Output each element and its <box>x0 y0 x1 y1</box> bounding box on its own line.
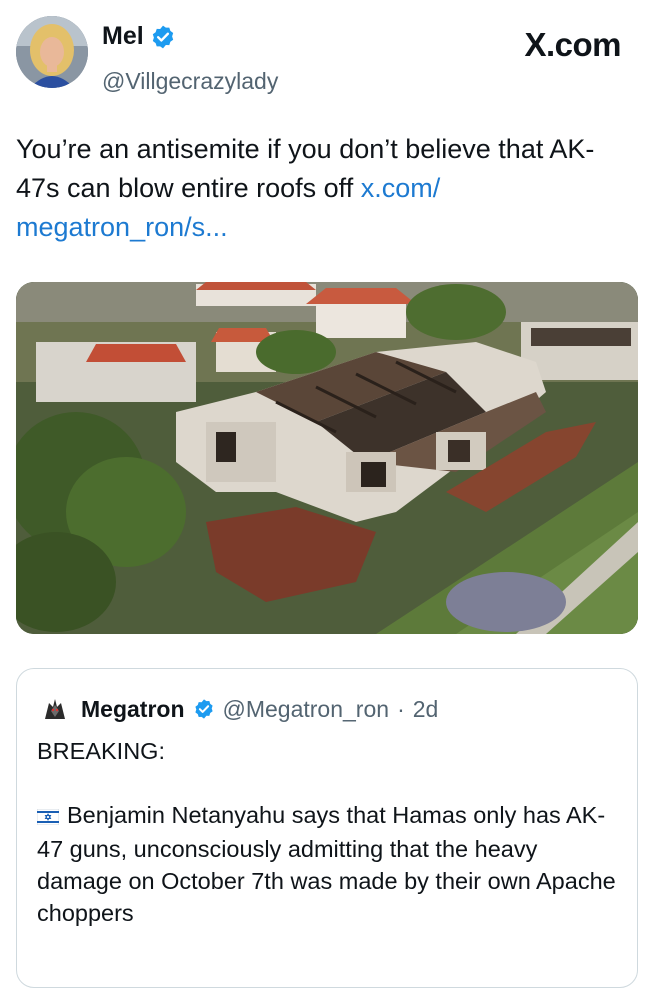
author-avatar[interactable] <box>16 16 88 88</box>
quoted-author-display-name[interactable]: Megatron <box>81 696 185 723</box>
x-com-watermark: X.com <box>524 26 621 63</box>
tweet-link-part2[interactable]: megatron_ron/s... <box>16 212 228 242</box>
verified-badge-icon <box>150 24 176 50</box>
quoted-tweet-text: BREAKING: Benjamin Netanyahu says that H… <box>36 735 617 929</box>
tweet-body: You’re an antisemite if you don’t believ… <box>16 134 595 203</box>
tweet-header: Mel @Villgecrazylady X.com <box>16 16 631 96</box>
quoted-author-avatar[interactable] <box>39 693 71 725</box>
profile-photo-icon <box>16 16 88 88</box>
author-handle[interactable]: @Villgecrazylady <box>102 68 278 95</box>
tweet-link-part1[interactable]: x.com/ <box>361 173 441 203</box>
tweet-text: You’re an antisemite if you don’t believ… <box>16 130 616 247</box>
israel-flag-icon <box>36 801 60 833</box>
author-display-name[interactable]: Mel <box>102 22 144 51</box>
quoted-separator: · <box>397 695 405 722</box>
quoted-author-handle[interactable]: @Megatron_ron <box>223 696 390 723</box>
photo-aerial-burned-houses-icon <box>16 282 638 634</box>
quoted-verified-badge-icon <box>193 698 215 720</box>
quoted-tweet-card[interactable]: Megatron @Megatron_ron · 2d BREAKING: Be… <box>16 668 638 988</box>
quoted-body-paragraph: Benjamin Netanyahu says that Hamas only … <box>36 799 617 929</box>
quoted-timestamp[interactable]: 2d <box>413 696 439 723</box>
tweet-media-photo[interactable] <box>16 282 638 634</box>
quoted-body: Benjamin Netanyahu says that Hamas only … <box>37 802 616 926</box>
quoted-heading: BREAKING: <box>37 738 165 764</box>
robot-avatar-icon <box>39 693 71 725</box>
quoted-tweet-header: Megatron @Megatron_ron · 2d <box>39 693 438 725</box>
